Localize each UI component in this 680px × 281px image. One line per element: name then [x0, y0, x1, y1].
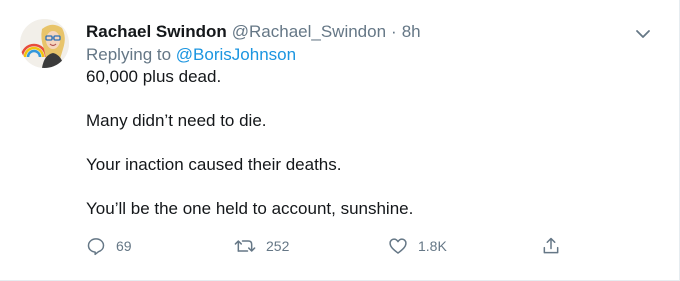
tweet-paragraph: Many didn’t need to die. [86, 111, 267, 130]
more-options-button[interactable] [631, 22, 655, 46]
replying-to-handle-link[interactable]: @BorisJohnson [176, 45, 296, 64]
heart-icon [389, 238, 407, 254]
like-button[interactable]: 1.8K [388, 234, 447, 258]
tweet-card[interactable]: Rachael Swindon @Rachael_Swindon · 8h Re… [0, 0, 680, 281]
replying-to: Replying to @BorisJohnson [86, 44, 655, 66]
tweet-timestamp[interactable]: 8h [402, 20, 421, 44]
replying-to-label: Replying to [86, 45, 172, 64]
tweet-content: Rachael Swindon @Rachael_Swindon · 8h Re… [86, 20, 655, 220]
share-button[interactable] [541, 234, 561, 258]
separator-dot: · [391, 22, 397, 41]
tweet-paragraph: 60,000 plus dead. [86, 67, 222, 86]
retweet-button[interactable]: 252 [234, 234, 289, 258]
share-icon [543, 237, 559, 254]
tweet-header: Rachael Swindon @Rachael_Swindon · 8h [86, 20, 655, 44]
author-name[interactable]: Rachael Swindon [86, 20, 227, 44]
reply-count: 69 [116, 238, 132, 254]
avatar-illustration-icon [20, 19, 69, 68]
chevron-down-icon [636, 30, 650, 38]
tweet-body: 60,000 plus dead. Many didn’t need to di… [86, 66, 655, 220]
tweet-paragraph: Your inaction caused their deaths. [86, 155, 342, 174]
like-count: 1.8K [418, 238, 447, 254]
retweet-icon [234, 240, 256, 252]
reply-button[interactable]: 69 [86, 234, 132, 258]
tweet-paragraph: You’ll be the one held to account, sunsh… [86, 199, 414, 218]
author-avatar[interactable] [20, 19, 69, 68]
tweet-actions: 69 252 1.8K [86, 234, 566, 258]
retweet-count: 252 [266, 238, 290, 254]
reply-bubble-icon [87, 238, 105, 256]
author-handle[interactable]: @Rachael_Swindon [232, 20, 386, 44]
